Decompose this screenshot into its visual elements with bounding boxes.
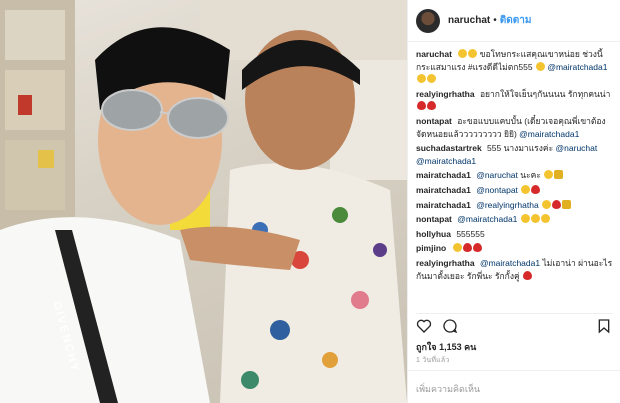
emoji-icon (468, 49, 478, 58)
comment-item: realyingrhatha @mairatchada1 ไม่เอาน่า ผ… (416, 257, 614, 282)
emoji-icon (521, 184, 531, 194)
comment-item: realyingrhatha อยากให้ใจเย็นๆกันนนน รักท… (416, 88, 614, 113)
comment-username[interactable]: nontapat (416, 116, 452, 126)
comment-item: nontapat อะขอแบบแคบบั้น (เดี๋ยวเจอคุณพี่… (416, 115, 614, 140)
comment-mention[interactable]: @mairatchada1 (480, 258, 540, 268)
comment-username[interactable]: realyingrhatha (416, 89, 475, 99)
comment-text: 555 นางมาแรงค่ะ (487, 143, 554, 154)
emoji-icon (540, 214, 550, 224)
comment-username[interactable]: hollyhua (416, 229, 451, 239)
caption-mention[interactable]: @mairatchada1 (547, 62, 607, 72)
comment-username[interactable]: mairatchada1 (416, 185, 471, 195)
comment-username[interactable]: realyingrhatha (416, 258, 475, 268)
comment-username[interactable]: mairatchada1 (416, 200, 471, 210)
comment-item: nontapat @mairatchada1 (416, 213, 614, 226)
heart-emoji-icon (531, 184, 541, 194)
comment-username[interactable]: nontapat (416, 214, 452, 224)
header-username[interactable]: naruchat (448, 15, 490, 26)
comment-icon[interactable] (442, 318, 458, 334)
emoji-icon (542, 199, 552, 209)
bookmark-icon[interactable] (596, 318, 612, 334)
comment-text: อยากให้ใจเย็นๆกันนนน รักทุกคนน่า (479, 88, 611, 99)
like-count[interactable]: ถูกใจ 1,153 คน (416, 340, 476, 354)
comment-item: pimjino (416, 242, 614, 255)
emoji-icon (458, 49, 468, 58)
post-photo[interactable]: GIVENCHY (0, 0, 407, 403)
thumbs-up-emoji-icon (554, 170, 564, 180)
comment-mention[interactable]: @mairatchada1 (457, 214, 517, 224)
comment-list[interactable]: naruchat ขอโทษกระแสคุณเขาหน่อย ช่วงนี้กร… (416, 48, 614, 306)
emoji-icon (530, 214, 540, 224)
post-timestamp: 1 วันที่แล้ว (416, 357, 450, 364)
heart-emoji-icon (427, 101, 436, 111)
heart-emoji-icon (417, 101, 426, 111)
emoji-icon (520, 214, 530, 224)
emoji-icon (452, 243, 462, 253)
avatar[interactable] (416, 8, 440, 33)
emoji-icon (417, 74, 426, 84)
caption-username[interactable]: naruchat (416, 49, 452, 59)
heart-emoji-icon (552, 199, 562, 209)
emoji-icon (535, 61, 545, 71)
emoji-icon (544, 170, 554, 180)
separator-dot: • (493, 15, 497, 26)
comment-username[interactable]: pimjino (416, 243, 446, 253)
add-comment-input[interactable]: เพิ่มความคิดเห็น (408, 370, 620, 403)
emoji-icon (427, 74, 436, 84)
post-sidebar: naruchat • ติดตาม naruchat ขอโทษกระแสคุณ… (407, 0, 620, 403)
comment-item: mairatchada1 @realyingrhatha (416, 199, 614, 212)
comment-item: suchadastartrek 555 นางมาแรงค่ะ @narucha… (416, 142, 614, 167)
comment-username[interactable]: mairatchada1 (416, 170, 471, 180)
comment-mention[interactable]: @nontapat (476, 185, 518, 195)
heart-emoji-icon (472, 243, 482, 253)
caption: naruchat ขอโทษกระแสคุณเขาหน่อย ช่วงนี้กร… (416, 48, 614, 86)
heart-emoji-icon (523, 270, 533, 280)
comment-item: hollyhua 555555 (416, 228, 614, 241)
post-header: naruchat • ติดตาม (408, 0, 620, 42)
comment-text: นะคะ (520, 170, 541, 181)
follow-button[interactable]: ติดตาม (500, 13, 532, 28)
heart-emoji-icon (462, 243, 472, 253)
action-bar (416, 313, 612, 340)
comment-mention[interactable]: @mairatchada1 (519, 129, 579, 139)
heart-icon[interactable] (416, 318, 432, 334)
comment-item: mairatchada1 @naruchat นะคะ (416, 169, 614, 182)
comment-text: 555555 (456, 228, 485, 239)
thumbs-up-emoji-icon (562, 199, 572, 209)
comment-username[interactable]: suchadastartrek (416, 143, 482, 153)
comment-item: mairatchada1 @nontapat (416, 184, 614, 197)
comment-mention[interactable]: @naruchat (476, 170, 518, 180)
comment-mention[interactable]: @realyingrhatha (476, 200, 539, 210)
